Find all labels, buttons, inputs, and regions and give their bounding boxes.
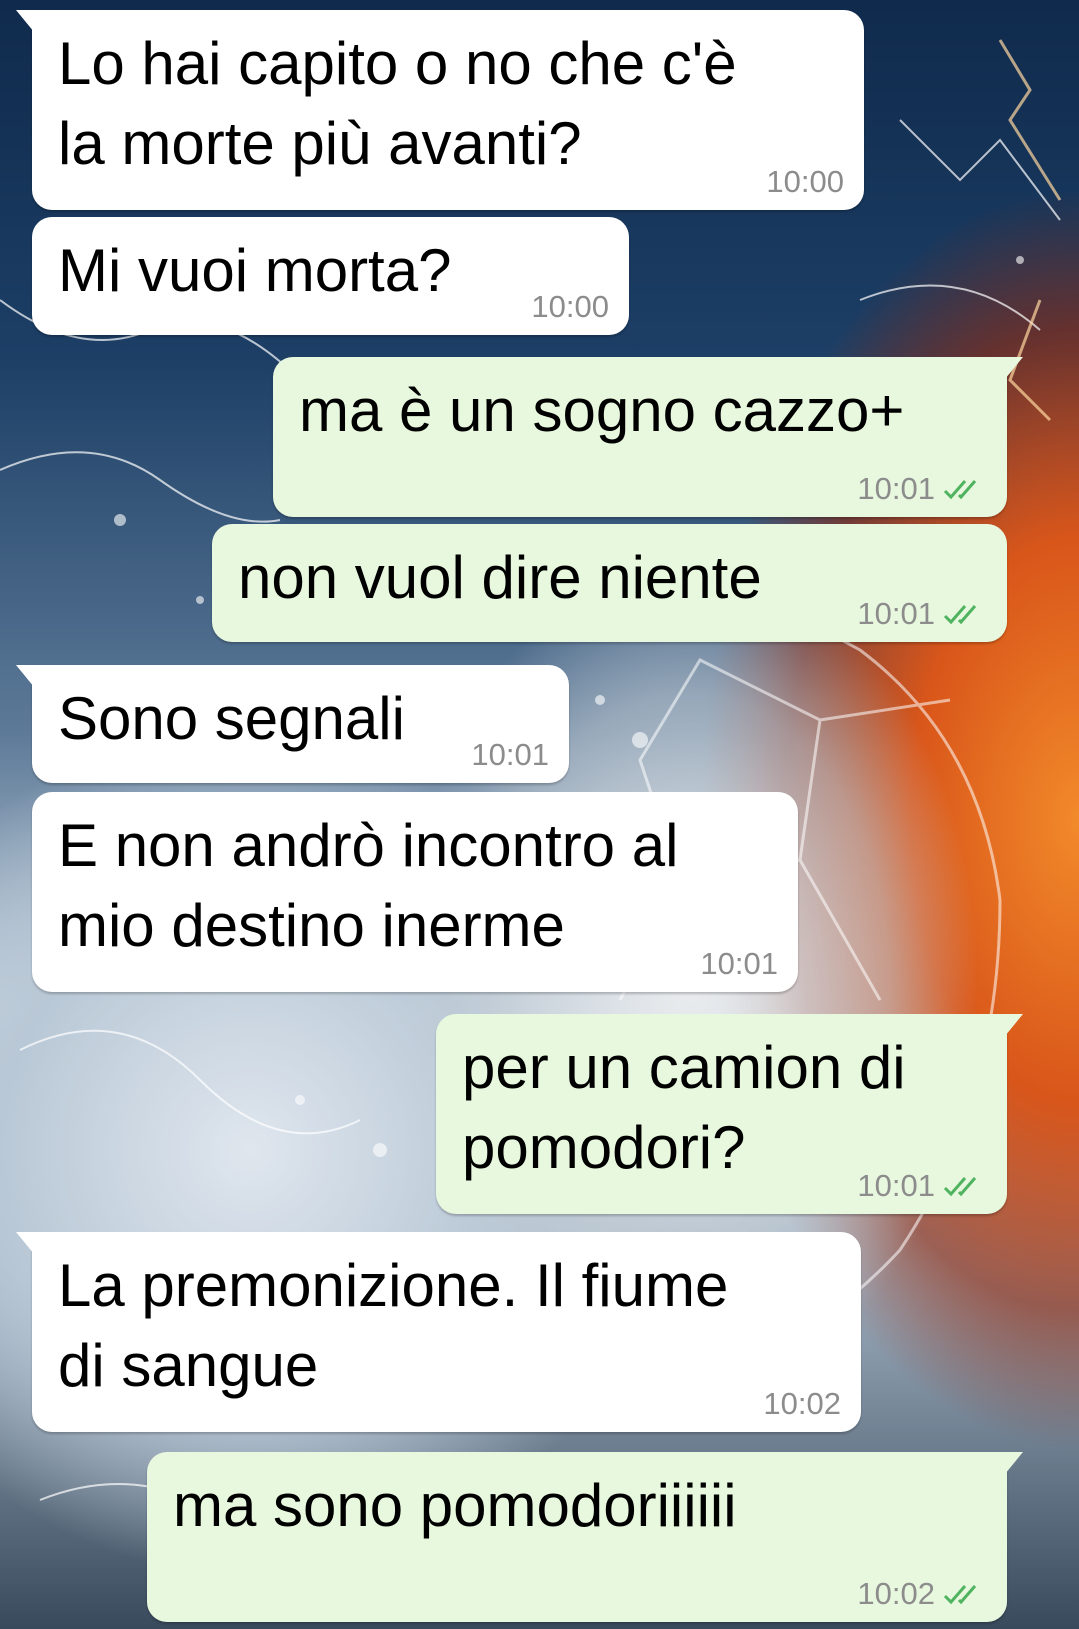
- outgoing-message[interactable]: ma è un sogno cazzo+ 10:01: [273, 357, 1023, 517]
- outgoing-message[interactable]: non vuol dire niente 10:01: [212, 524, 1007, 642]
- message-meta: 10:01: [700, 946, 778, 982]
- message-time: 10:00: [766, 164, 844, 199]
- incoming-message[interactable]: Mi vuoi morta? 10:00: [32, 217, 629, 335]
- incoming-message[interactable]: Lo hai capito o no che c'è la morte più …: [16, 10, 864, 210]
- message-meta: 10:00: [531, 289, 609, 325]
- message-text: La premonizione. Il fiume di sangue: [58, 1252, 729, 1399]
- message-time: 10:01: [857, 471, 935, 506]
- message-time: 10:01: [857, 596, 935, 631]
- message-text: per un camion di pomodori?: [462, 1034, 906, 1181]
- double-check-icon: [943, 480, 977, 500]
- message-text: Lo hai capito o no che c'è la morte più …: [58, 30, 737, 177]
- chat-messages: Lo hai capito o no che c'è la morte più …: [0, 0, 1079, 1629]
- message-meta: 10:01: [857, 1168, 987, 1204]
- message-text: non vuol dire niente: [238, 544, 762, 611]
- message-text: Mi vuoi morta?: [58, 237, 452, 304]
- message-time: 10:00: [531, 289, 609, 324]
- incoming-message[interactable]: E non andrò incontro al mio destino iner…: [32, 792, 798, 992]
- message-text: ma sono pomodoriiiiii: [173, 1472, 737, 1539]
- message-text: Sono segnali: [58, 685, 405, 752]
- incoming-message[interactable]: La premonizione. Il fiume di sangue 10:0…: [16, 1232, 861, 1432]
- outgoing-message[interactable]: per un camion di pomodori? 10:01: [436, 1014, 1023, 1214]
- double-check-icon: [943, 1177, 977, 1197]
- message-time: 10:01: [857, 1168, 935, 1203]
- double-check-icon: [943, 1585, 977, 1605]
- outgoing-message[interactable]: ma sono pomodoriiiiii 10:02: [147, 1452, 1023, 1622]
- incoming-message[interactable]: Sono segnali 10:01: [16, 665, 569, 783]
- message-meta: 10:01: [471, 737, 549, 773]
- message-meta: 10:02: [857, 1576, 987, 1612]
- message-text: E non andrò incontro al mio destino iner…: [58, 812, 679, 959]
- double-check-icon: [943, 605, 977, 625]
- message-time: 10:02: [857, 1576, 935, 1611]
- message-meta: 10:01: [857, 471, 987, 507]
- message-meta: 10:01: [857, 596, 987, 632]
- message-time: 10:01: [471, 737, 549, 772]
- message-meta: 10:02: [763, 1386, 841, 1422]
- message-text: ma è un sogno cazzo+: [299, 377, 905, 444]
- message-meta: 10:00: [766, 164, 844, 200]
- message-time: 10:02: [763, 1386, 841, 1421]
- message-time: 10:01: [700, 946, 778, 981]
